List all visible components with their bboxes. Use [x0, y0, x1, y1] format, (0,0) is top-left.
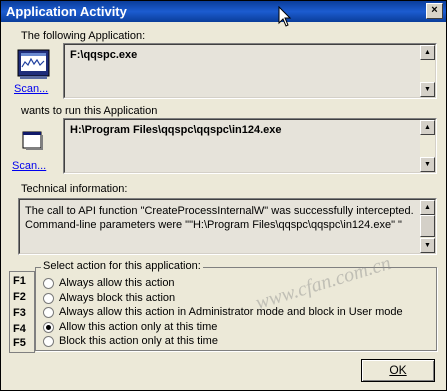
radio-button[interactable] [43, 292, 54, 304]
close-icon: × [431, 4, 438, 16]
fkey-label: F3 [13, 307, 26, 319]
window-title: Application Activity [6, 4, 127, 19]
option-always-allow[interactable]: Always allow this action [43, 276, 175, 290]
target-scan-link[interactable]: Scan... [12, 160, 46, 172]
function-key-panel: F1 F2 F3 F4 F5 [9, 271, 35, 353]
option-label: Always allow this action in Administrato… [59, 306, 403, 318]
option-admin-allow-user-block[interactable]: Always allow this action in Administrato… [43, 305, 403, 319]
scroll-up-icon[interactable]: ▲ [420, 120, 435, 135]
radio-button[interactable] [43, 306, 54, 318]
window-icon [22, 131, 43, 150]
ok-button-label: OK [389, 363, 407, 377]
option-label: Always block this action [59, 292, 176, 304]
source-scrollbar[interactable]: ▲ ▼ [420, 45, 435, 97]
option-label: Block this action only at this time [59, 335, 218, 347]
source-app-path: F:\qqspc.exe [70, 49, 138, 61]
option-label: Always allow this action [59, 277, 175, 289]
target-app-label: wants to run this Application [21, 105, 158, 117]
source-app-field: F:\qqspc.exe ▲ ▼ [63, 43, 437, 99]
option-label: Allow this action only at this time [59, 321, 218, 333]
close-button[interactable]: × [426, 3, 443, 19]
application-activity-dialog: Application Activity × The following App… [0, 0, 447, 391]
scroll-up-icon[interactable]: ▲ [420, 200, 435, 215]
fkey-label: F5 [13, 337, 26, 349]
scroll-down-icon[interactable]: ▼ [420, 238, 435, 253]
target-app-field: H:\Program Files\qqspc\qqspc\in124.exe ▲… [63, 118, 437, 174]
technical-line-2: Command-line parameters were ""H:\Progra… [25, 219, 402, 231]
option-allow-once[interactable]: Allow this action only at this time [43, 320, 217, 334]
target-scrollbar[interactable]: ▲ ▼ [420, 120, 435, 172]
title-bar[interactable]: Application Activity × [1, 1, 446, 22]
source-scan-link[interactable]: Scan... [14, 83, 48, 95]
radio-button[interactable] [43, 335, 54, 347]
fkey-label: F2 [13, 291, 26, 303]
option-block-once[interactable]: Block this action only at this time [43, 334, 218, 348]
mouse-cursor-icon [278, 6, 292, 27]
option-always-block[interactable]: Always block this action [43, 291, 175, 305]
source-app-label: The following Application: [21, 30, 146, 42]
technical-line-1: The call to API function "CreateProcessI… [25, 205, 414, 217]
radio-button-selected[interactable] [43, 321, 54, 333]
target-app-path: H:\Program Files\qqspc\qqspc\in124.exe [70, 124, 282, 136]
program-monitor-icon [17, 49, 50, 79]
scroll-thumb[interactable] [420, 215, 435, 237]
scroll-down-icon[interactable]: ▼ [420, 157, 435, 172]
scroll-up-icon[interactable]: ▲ [420, 45, 435, 60]
fkey-label: F4 [13, 323, 26, 335]
scroll-down-icon[interactable]: ▼ [420, 82, 435, 97]
technical-info-box: The call to API function "CreateProcessI… [18, 198, 437, 255]
technical-scrollbar[interactable]: ▲ ▼ [420, 200, 435, 253]
ok-button[interactable]: OK [361, 359, 435, 382]
technical-info-label: Technical information: [21, 183, 128, 195]
fkey-label: F1 [13, 275, 26, 287]
action-group-label: Select action for this application: [41, 260, 203, 272]
radio-button[interactable] [43, 277, 54, 289]
